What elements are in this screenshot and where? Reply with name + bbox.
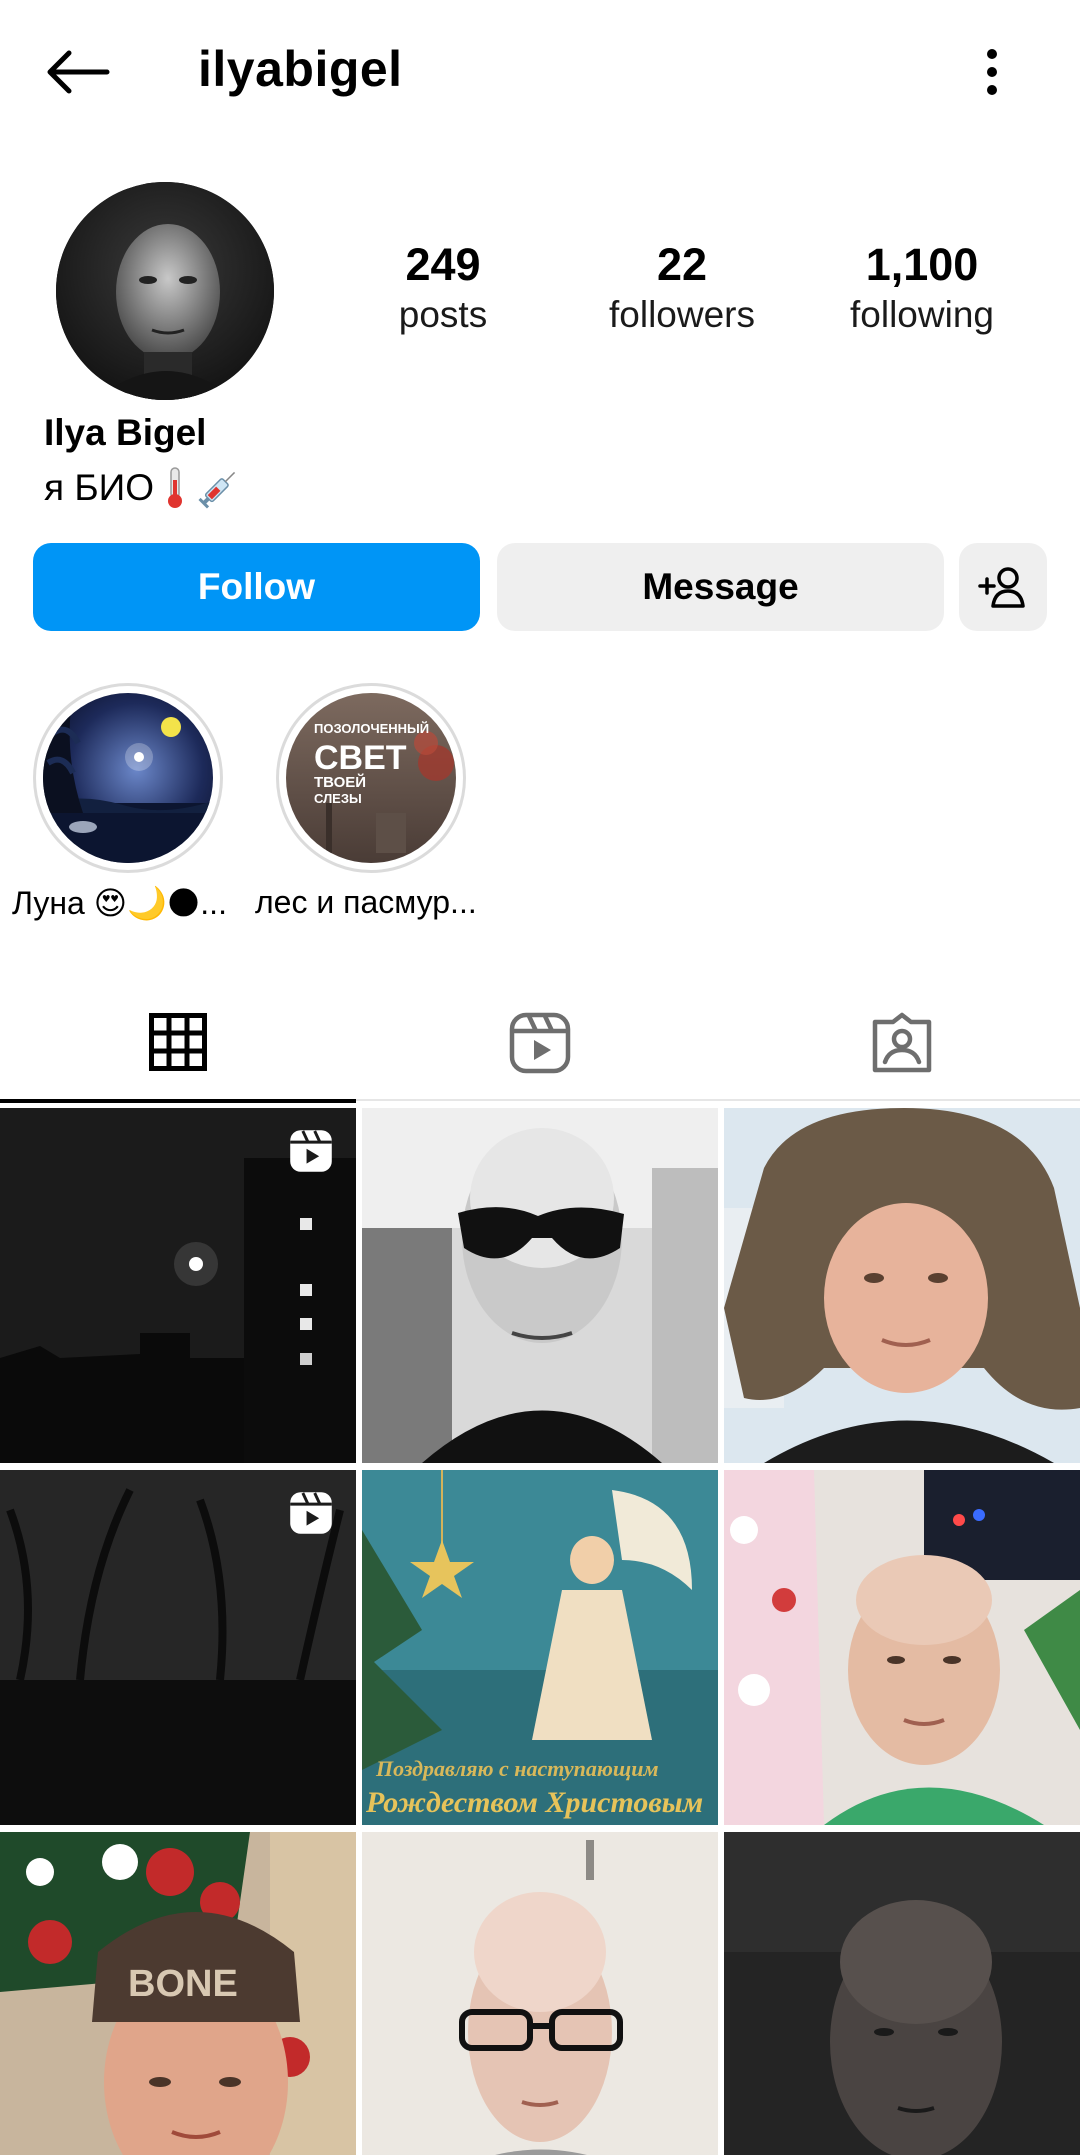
add-user-icon	[978, 567, 1025, 608]
story-highlight-moon[interactable]	[33, 683, 223, 873]
tab-grid[interactable]	[0, 985, 356, 1103]
tagged-icon	[872, 1012, 932, 1073]
following-count: 1,100	[865, 239, 979, 290]
profile-tabs	[0, 985, 1080, 1103]
post-caption-line-1: Поздравляю с наступающим	[375, 1756, 659, 1781]
stat-posts[interactable]: 249 posts	[333, 238, 553, 338]
following-label: following	[850, 294, 994, 335]
stat-following[interactable]: 1,100 following	[812, 238, 1032, 338]
story-highlight-forest[interactable]: ПОЗОЛОЧЕННЫЙ СВЕТ ТВОЕЙ СЛЕЗЫ	[276, 683, 466, 873]
tab-tagged[interactable]	[724, 985, 1080, 1101]
profile-bio: я БИО	[44, 466, 242, 510]
message-button[interactable]: Message	[497, 543, 944, 631]
posts-label: posts	[398, 294, 488, 335]
post-thumbnail[interactable]	[724, 1470, 1080, 1825]
arrow-left-icon	[47, 50, 110, 94]
add-user-button[interactable]	[959, 543, 1047, 631]
bio-text: я БИО	[44, 467, 154, 508]
post-thumbnail[interactable]	[0, 1470, 356, 1825]
post-hat-text: BONE	[128, 1963, 238, 2005]
highlight-cover-line-3: ТВОЕЙ	[314, 773, 366, 791]
tab-reels[interactable]	[362, 985, 718, 1101]
grid-icon	[149, 1013, 207, 1071]
post-thumbnail[interactable]: BONE	[0, 1832, 356, 2155]
highlight-ring: ПОЗОЛОЧЕННЫЙ СВЕТ ТВОЕЙ СЛЕЗЫ	[276, 683, 466, 873]
post-thumbnail[interactable]	[724, 1108, 1080, 1463]
more-options-button[interactable]	[960, 36, 1024, 108]
top-bar: ilyabigel	[0, 0, 1080, 140]
highlight-cover-image: ПОЗОЛОЧЕННЫЙ СВЕТ ТВОЕЙ СЛЕЗЫ	[286, 693, 456, 863]
thermometer-icon	[164, 466, 186, 510]
more-vertical-icon	[987, 49, 997, 95]
post-thumbnail[interactable]: Поздравляю с наступающим Рождеством Хрис…	[362, 1470, 718, 1825]
follow-button[interactable]: Follow	[33, 543, 480, 631]
highlight-cover-line-4: СЛЕЗЫ	[314, 791, 362, 806]
post-caption-line-2: Рождеством Христовым	[365, 1786, 703, 1819]
back-button[interactable]	[40, 36, 116, 108]
post-thumbnail[interactable]	[362, 1832, 718, 2155]
highlight-label-forest: лес и пасмур...	[255, 884, 477, 920]
posts-count: 249	[405, 239, 481, 290]
stat-followers[interactable]: 22 followers	[572, 238, 792, 338]
post-thumbnail[interactable]	[0, 1108, 356, 1463]
followers-label: followers	[609, 294, 755, 335]
reels-badge-icon	[290, 1130, 332, 1172]
profile-full-name: Ilya Bigel	[44, 412, 207, 453]
post-thumbnail[interactable]	[362, 1108, 718, 1463]
reels-icon	[509, 1012, 571, 1074]
syringe-icon	[196, 466, 242, 510]
profile-username: ilyabigel	[198, 41, 403, 97]
followers-count: 22	[656, 239, 708, 290]
highlight-label-moon: Луна 😍🌙🌑...	[12, 885, 227, 921]
reels-badge-icon	[290, 1492, 332, 1534]
highlight-cover-line-2: СВЕТ	[314, 739, 407, 777]
highlight-cover-line-1: ПОЗОЛОЧЕННЫЙ	[314, 721, 429, 736]
highlight-ring	[33, 683, 223, 873]
highlight-cover-image	[43, 693, 213, 863]
post-thumbnail[interactable]	[724, 1832, 1080, 2155]
profile-avatar[interactable]	[56, 182, 274, 400]
